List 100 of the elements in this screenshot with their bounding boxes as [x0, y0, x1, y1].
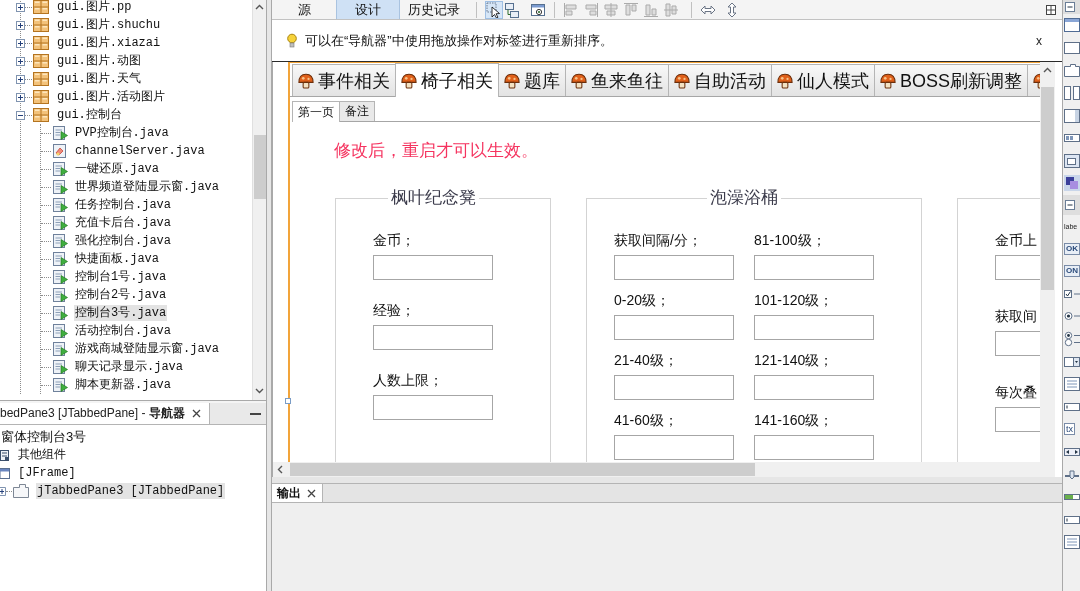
- tab[interactable]: 自助活动: [668, 64, 772, 96]
- tree-item[interactable]: gui.图片.pp: [56, 0, 133, 15]
- text-field[interactable]: [754, 315, 874, 340]
- expand-icon[interactable]: [16, 74, 25, 84]
- connection-mode-button[interactable]: [503, 0, 521, 19]
- tree-item[interactable]: 控制台2号.java: [74, 287, 168, 303]
- close-icon[interactable]: [307, 488, 316, 498]
- minimize-icon[interactable]: [250, 412, 261, 415]
- chevron-left-icon[interactable]: [277, 465, 283, 474]
- tree-item[interactable]: channelServer.java: [74, 143, 206, 159]
- expand-icon[interactable]: [16, 92, 25, 102]
- chevron-up-icon[interactable]: [1043, 67, 1052, 73]
- tree-item[interactable]: 世界频道登陆显示窗.java: [74, 179, 220, 195]
- horizontal-scrollbar[interactable]: [272, 462, 1055, 477]
- vertical-scrollbar[interactable]: [1040, 62, 1055, 462]
- tree-item[interactable]: gui.图片.活动图片: [56, 89, 166, 105]
- tree-item[interactable]: PVP控制台.java: [74, 125, 170, 141]
- scroll-thumb[interactable]: [290, 463, 755, 476]
- vertical-scrollbar[interactable]: [252, 0, 266, 400]
- form-file-icon: [52, 341, 68, 357]
- scroll-pane-icon[interactable]: [1064, 107, 1080, 124]
- expand-icon[interactable]: [16, 56, 25, 66]
- list-icon[interactable]: [1064, 534, 1080, 551]
- palette-category-bar[interactable]: [1063, 194, 1080, 215]
- toggle-button-component-item[interactable]: ON: [1064, 265, 1080, 278]
- selection-mode-button[interactable]: [485, 0, 503, 19]
- tab[interactable]: 仙人模式: [771, 64, 875, 96]
- list-icon[interactable]: [1064, 376, 1080, 393]
- collapse-icon[interactable]: [1065, 2, 1075, 12]
- output-tab[interactable]: 输出: [272, 484, 323, 502]
- text-field[interactable]: [373, 255, 493, 280]
- tree-item[interactable]: gui.图片.天气: [56, 71, 142, 87]
- text-field[interactable]: [754, 255, 874, 280]
- tree-item[interactable]: 任务控制台.java: [74, 197, 172, 213]
- tab[interactable]: 第一页: [292, 101, 340, 122]
- tree-item[interactable]: 脚本更新器.java: [74, 377, 172, 393]
- close-icon[interactable]: [191, 409, 201, 418]
- radio-group-icon[interactable]: [1064, 331, 1080, 347]
- split-pane-icon[interactable]: [1064, 85, 1080, 102]
- text-area-component-item[interactable]: tx: [1064, 423, 1075, 436]
- tree-item[interactable]: 一键还原.java: [74, 161, 160, 177]
- grid-icon[interactable]: [1046, 4, 1056, 15]
- text-field[interactable]: [373, 395, 493, 420]
- tab[interactable]: 备注: [339, 101, 375, 121]
- expand-icon[interactable]: [16, 2, 25, 12]
- close-button[interactable]: x: [1034, 33, 1044, 48]
- tree-item[interactable]: 控制台3号.java: [74, 305, 168, 321]
- tabbed-pane-icon[interactable]: [1064, 62, 1080, 79]
- expand-icon[interactable]: [0, 486, 6, 496]
- tree-item[interactable]: gui.图片.动图: [56, 53, 142, 69]
- tab[interactable]: 事件相关: [292, 64, 396, 96]
- text-field[interactable]: [614, 375, 734, 400]
- scroll-thumb[interactable]: [1041, 87, 1054, 290]
- view-tab[interactable]: 设计: [336, 0, 400, 19]
- text-field[interactable]: [614, 435, 734, 460]
- panel-icon[interactable]: [1064, 39, 1080, 56]
- tree-item[interactable]: 窗体控制台3号: [0, 429, 88, 445]
- layered-pane-icon[interactable]: [1064, 175, 1080, 192]
- tree-item[interactable]: 控制台1号.java: [74, 269, 168, 285]
- tree-item[interactable]: 其他组件: [17, 447, 67, 463]
- collapse-icon[interactable]: [1065, 199, 1075, 210]
- resize-handle[interactable]: [285, 398, 291, 404]
- navigator-tab[interactable]: bedPane3 [JTabbedPane] - 导航器: [0, 403, 210, 424]
- chevron-up-icon[interactable]: [255, 4, 264, 10]
- expand-icon[interactable]: [16, 20, 25, 30]
- view-tab[interactable]: 源: [272, 0, 336, 19]
- text-field[interactable]: [614, 315, 734, 340]
- tree-item[interactable]: 活动控制台.java: [74, 323, 172, 339]
- text-field[interactable]: [754, 435, 874, 460]
- expand-icon[interactable]: [16, 38, 25, 48]
- preview-icon[interactable]: [530, 1, 546, 18]
- desktop-pane-icon[interactable]: [1064, 152, 1080, 169]
- palette-category-bar[interactable]: [1063, 0, 1080, 14]
- tree-item[interactable]: gui.图片.xiazai: [56, 35, 162, 51]
- collapse-icon[interactable]: [16, 110, 25, 120]
- tab[interactable]: 鱼来鱼往: [565, 64, 669, 96]
- hint-text: 可以在“导航器”中使用拖放操作对标签进行重新排序。: [305, 31, 614, 50]
- button-component-item[interactable]: OK: [1064, 242, 1080, 255]
- tree-item[interactable]: jTabbedPane3 [JTabbedPane]: [36, 483, 226, 499]
- window-icon[interactable]: [1064, 17, 1080, 34]
- chevron-down-icon[interactable]: [255, 388, 264, 394]
- scroll-thumb[interactable]: [253, 135, 266, 199]
- tree-item[interactable]: 快捷面板.java: [74, 251, 160, 267]
- tree-item[interactable]: gui.图片.shuchu: [56, 17, 162, 33]
- tree-item[interactable]: gui.控制台: [56, 107, 123, 123]
- view-tab[interactable]: 历史记录: [400, 0, 468, 19]
- text-field[interactable]: [754, 375, 874, 400]
- tree-item[interactable]: 聊天记录显示.java: [74, 359, 184, 375]
- tab[interactable]: 题库: [498, 64, 566, 96]
- tree-item[interactable]: 游戏商城登陆显示窗.java: [74, 341, 220, 357]
- vertical-resize-icon[interactable]: [726, 1, 738, 18]
- text-field[interactable]: [373, 325, 493, 350]
- horizontal-resize-icon[interactable]: [700, 3, 716, 16]
- tab[interactable]: BOSS刷新调整: [874, 64, 1029, 96]
- tree-item[interactable]: 充值卡后台.java: [74, 215, 172, 231]
- tree-item[interactable]: 强化控制台.java: [74, 233, 172, 249]
- package-icon: [33, 18, 49, 32]
- text-field[interactable]: [614, 255, 734, 280]
- tab[interactable]: 椅子相关: [395, 63, 499, 97]
- tree-item[interactable]: [JFrame]: [17, 465, 77, 481]
